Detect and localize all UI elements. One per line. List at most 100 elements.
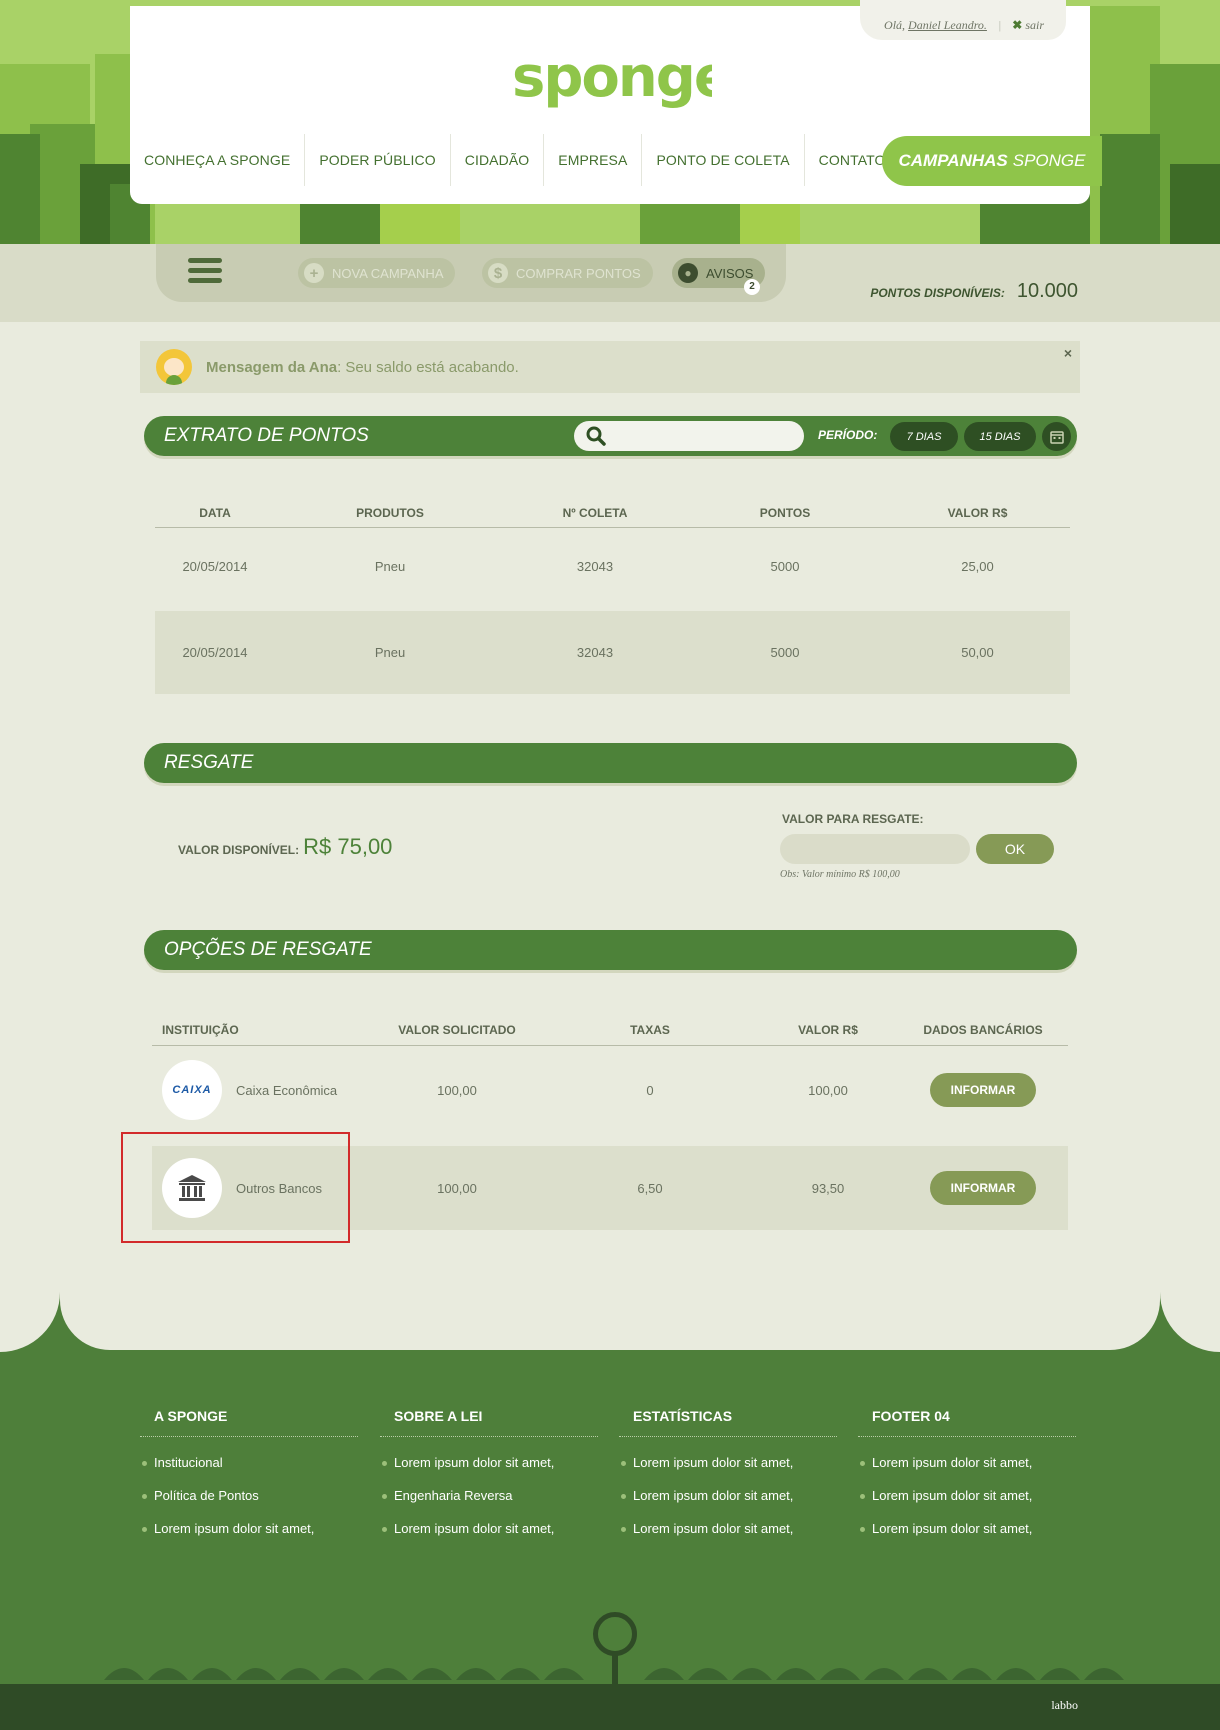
message-banner: Mensagem da Ana: Seu saldo está acabando… [140,341,1080,393]
resgate-header: RESGATE [144,743,1077,783]
col-produtos: PRODUTOS [356,505,424,520]
ana-avatar [156,349,192,385]
search-icon [586,426,606,446]
footer-link[interactable]: Lorem ipsum dolor sit amet, [619,1521,837,1536]
plant-stem [612,1654,618,1684]
footer-link[interactable]: Lorem ipsum dolor sit amet, [858,1521,1076,1536]
main-nav: CONHEÇA A SPONGE PODER PÚBLICO CIDADÃO E… [130,134,899,186]
cell-produto: Pneu [374,558,406,574]
col-valor: VALOR R$ [947,505,1008,520]
nav-ponto-coleta[interactable]: PONTO DE COLETA [642,134,805,186]
footer-link[interactable]: Lorem ipsum dolor sit amet, [858,1488,1076,1503]
col-valor-rs: VALOR R$ [798,1023,858,1037]
footer-link[interactable]: Política de Pontos [140,1488,358,1503]
caixa-logo: CAIXA [162,1060,222,1120]
cell-valor: 100,00 [808,1082,848,1098]
message-from: Mensagem da Ana [206,358,338,376]
table-row: 20/05/2014 Pneu 32043 5000 50,00 [155,611,1070,694]
request-amount-input[interactable] [780,834,970,864]
close-message-icon[interactable]: × [1064,345,1072,361]
footer-col-04: FOOTER 04 Lorem ipsum dolor sit amet, Lo… [858,1408,1076,1554]
calendar-icon[interactable] [1042,422,1071,451]
available-points: PONTOS DISPONÍVEIS: 10.000 [870,280,1078,303]
buy-points-label: COMPRAR PONTOS [516,265,641,281]
selection-highlight [121,1132,350,1243]
col-dados-bancarios: DADOS BANCÁRIOS [923,1023,1043,1037]
informar-button[interactable]: INFORMAR [930,1171,1036,1205]
plus-icon: + [304,263,324,283]
footer-link[interactable]: Lorem ipsum dolor sit amet, [619,1455,837,1470]
nav-cidadao[interactable]: CIDADÃO [451,134,545,186]
footer-col-title: FOOTER 04 [858,1408,1076,1437]
footer-link[interactable]: Lorem ipsum dolor sit amet, [380,1521,598,1536]
cell-coleta: 32043 [576,645,614,660]
nav-empresa[interactable]: EMPRESA [544,134,643,186]
table-row: CAIXA Caixa Econômica 100,00 0 100,00 IN… [152,1046,1068,1134]
footer-col-title: A SPONGE [140,1408,358,1437]
message-text: Seu saldo está acabando. [345,358,519,376]
col-data: DATA [199,505,231,520]
cell-taxas: 6,50 [637,1180,663,1196]
col-taxas: TAXAS [630,1023,670,1037]
available-value: VALOR DISPONÍVEL: R$ 75,00 [178,834,392,860]
cell-valor: 93,50 [811,1180,845,1196]
notices-label: AVISOS [706,265,754,281]
campaigns-button[interactable]: CAMPANHAS SPONGE [882,136,1102,186]
new-campaign-button[interactable]: + NOVA CAMPANHA [298,258,456,288]
period-15-days[interactable]: 15 DIAS [964,422,1036,451]
period-label: PERÍODO: [818,428,878,442]
footer-link[interactable]: Lorem ipsum dolor sit amet, [858,1455,1076,1470]
cell-solicitado: 100,00 [437,1180,477,1196]
greeting-separator: | [997,18,1002,32]
opcoes-title: OPÇÕES DE RESGATE [164,939,372,960]
informar-button[interactable]: INFORMAR [930,1073,1036,1107]
search-box [574,421,804,451]
logout-link[interactable]: sair [1025,18,1044,32]
nav-conheca[interactable]: CONHEÇA A SPONGE [130,134,306,186]
logout-icon[interactable]: ✖ [1012,18,1022,32]
cell-coleta: 32043 [576,558,614,574]
menu-icon[interactable] [188,258,222,284]
col-pontos: PONTOS [759,505,811,520]
cell-data: 20/05/2014 [182,558,248,574]
dados-cell: INFORMAR [898,1073,1068,1107]
greeting-prefix: Olá, [884,18,906,32]
institution-cell: CAIXA Caixa Econômica [152,1060,372,1120]
footer-link[interactable]: Engenharia Reversa [380,1488,598,1503]
footer-curve [60,1262,1160,1350]
col-instituicao: INSTITUIÇÃO [162,1023,239,1037]
footer-col-title: ESTATÍSTICAS [619,1408,837,1437]
search-input[interactable] [612,428,792,444]
opcoes-header: OPÇÕES DE RESGATE [144,930,1077,970]
cell-valor: 50,00 [961,645,994,660]
campaign-light: SPONGE [1012,151,1086,170]
minimum-note: Obs: Valor mínimo R$ 100,00 [780,869,900,880]
footer-link[interactable]: Lorem ipsum dolor sit amet, [619,1488,837,1503]
dados-cell: INFORMAR [898,1171,1068,1205]
institution-name: Caixa Econômica [236,1082,338,1098]
footer-col-sponge: A SPONGE Institucional Política de Ponto… [140,1408,358,1554]
extrato-title: EXTRATO DE PONTOS [164,425,369,446]
user-greeting: Olá, Daniel Leandro. | ✖ sair [860,0,1066,40]
extrato-table-header: DATA PRODUTOS Nº COLETA PONTOS VALOR R$ [155,498,1070,528]
footer-col-lei: SOBRE A LEI Lorem ipsum dolor sit amet, … [380,1408,598,1554]
table-row: 20/05/2014 Pneu 32043 5000 25,00 [155,528,1070,604]
points-label: PONTOS DISPONÍVEIS: [870,286,1005,300]
new-campaign-label: NOVA CAMPANHA [332,265,444,281]
user-name-link[interactable]: Daniel Leandro. [908,18,987,32]
period-7-days[interactable]: 7 DIAS [890,422,958,451]
footer-link[interactable]: Institucional [140,1455,358,1470]
nav-poder-publico[interactable]: PODER PÚBLICO [305,134,451,186]
campaign-bold: CAMPANHAS [898,151,1008,170]
chat-bubble-icon: ● [678,263,698,283]
ok-button[interactable]: OK [976,834,1054,864]
cell-valor: 25,00 [961,558,994,574]
buy-points-button[interactable]: $ COMPRAR PONTOS [482,258,653,288]
cell-taxas: 0 [646,1082,654,1098]
labbo-credit[interactable]: labbo [1051,1698,1078,1713]
footer-link[interactable]: Lorem ipsum dolor sit amet, [380,1455,598,1470]
col-coleta: Nº COLETA [562,505,628,520]
sponge-logo[interactable]: sponge [512,28,712,118]
header: Olá, Daniel Leandro. | ✖ sair sponge CON… [130,0,1102,204]
footer-link[interactable]: Lorem ipsum dolor sit amet, [140,1521,358,1536]
